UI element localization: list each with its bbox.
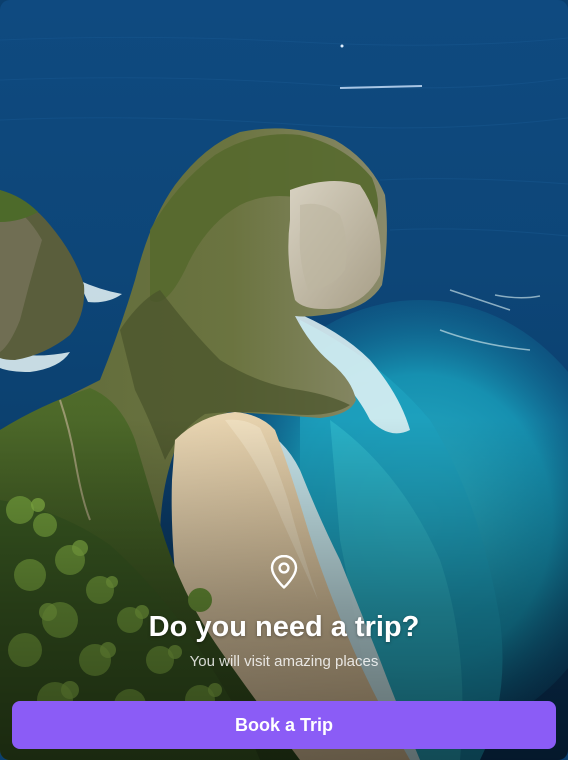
background-photo [0, 0, 568, 760]
book-trip-button[interactable]: Book a Trip [12, 701, 556, 749]
trip-card: Do you need a trip? You will visit amazi… [0, 0, 568, 760]
map-pin-icon [270, 554, 298, 589]
hero-title: Do you need a trip? [148, 611, 420, 643]
hero-subtitle: You will visit amazing places [189, 653, 379, 670]
